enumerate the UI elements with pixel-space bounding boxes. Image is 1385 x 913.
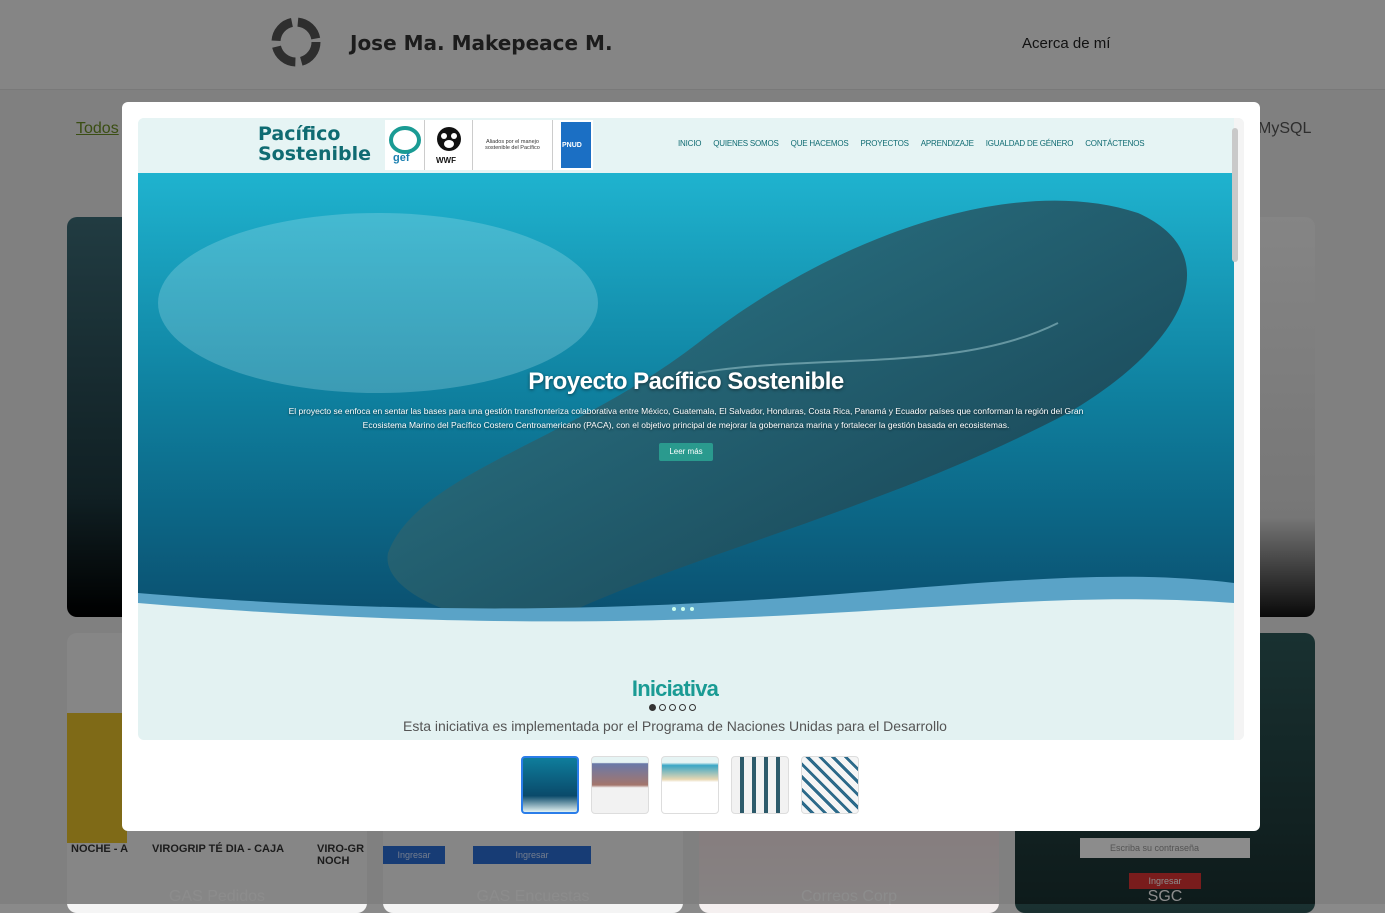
section-dot[interactable] [689, 704, 696, 711]
brand-line2: Sostenible [258, 143, 372, 165]
thumbnail-4[interactable] [731, 756, 789, 814]
partner-text: Aliados por el manejo sostenible del Pac… [473, 120, 553, 170]
thumbnail-2[interactable] [591, 756, 649, 814]
slider-dot[interactable] [681, 607, 685, 611]
section-dot[interactable] [679, 704, 686, 711]
wwf-logo: WWF [425, 120, 473, 170]
nav-igualdad[interactable]: IGUALDAD DE GÉNERO [986, 139, 1074, 148]
scrollbar-thumb[interactable] [1232, 128, 1238, 262]
preview-nav: INICIO QUIENES SOMOS QUE HACEMOS PROYECT… [678, 139, 1145, 148]
nav-contactenos[interactable]: CONTÁCTENOS [1085, 139, 1144, 148]
gef-logo: gef [385, 120, 425, 170]
thumbnail-1[interactable] [521, 756, 579, 814]
screenshot-viewer[interactable]: Pacífico Sostenible gef WWF Aliados por … [138, 118, 1244, 740]
section-title: Iniciativa [631, 676, 719, 701]
nav-que-hacemos[interactable]: QUE HACEMOS [791, 139, 849, 148]
slider-dots [672, 607, 694, 611]
pnud-logo: PNUD [561, 122, 591, 168]
partner-logos: gef WWF Aliados por el manejo sostenible… [385, 120, 593, 170]
read-more-button[interactable]: Leer más [659, 443, 713, 461]
image-lightbox: Pacífico Sostenible gef WWF Aliados por … [122, 102, 1260, 831]
thumbnail-5[interactable] [801, 756, 859, 814]
gef-label: gef [393, 152, 410, 164]
nav-aprendizaje[interactable]: APRENDIZAJE [921, 139, 974, 148]
section-dots [649, 704, 696, 711]
hero-title: Proyecto Pacífico Sostenible [528, 368, 844, 395]
section-text: Esta iniciativa es implementada por el P… [403, 718, 947, 734]
preview-header: Pacífico Sostenible gef WWF Aliados por … [138, 118, 1234, 173]
nav-quienes-somos[interactable]: QUIENES SOMOS [713, 139, 779, 148]
nav-inicio[interactable]: INICIO [678, 139, 701, 148]
brand-line1: Pacífico [258, 123, 341, 145]
viewer-scrollbar[interactable] [1232, 118, 1244, 740]
section-dot[interactable] [659, 704, 666, 711]
section-dot[interactable] [669, 704, 676, 711]
slider-dot[interactable] [672, 607, 676, 611]
hero-slider[interactable]: Proyecto Pacífico Sostenible El proyecto… [138, 173, 1234, 643]
hero-text: El proyecto se enfoca en sentar las base… [288, 406, 1084, 430]
thumbnail-strip [521, 756, 859, 814]
pnud-label: PNUD [562, 142, 582, 149]
thumbnail-3[interactable] [661, 756, 719, 814]
nav-proyectos[interactable]: PROYECTOS [860, 139, 908, 148]
slider-dot[interactable] [690, 607, 694, 611]
preview-brand: Pacífico Sostenible [258, 124, 371, 164]
section-dot[interactable] [649, 704, 656, 711]
wwf-label: WWF [436, 156, 456, 165]
